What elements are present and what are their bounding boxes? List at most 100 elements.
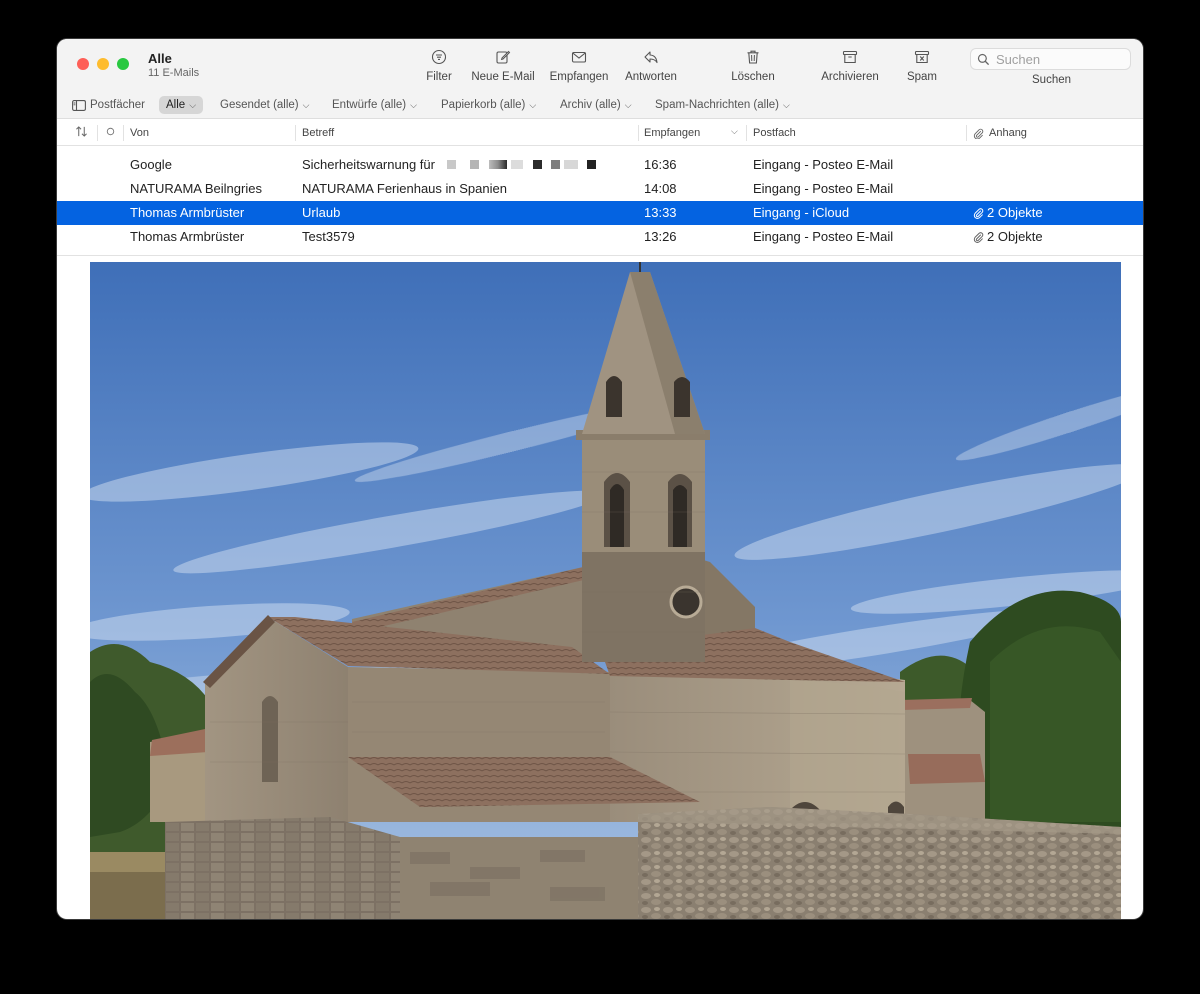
envelope-icon: [571, 51, 587, 63]
favorite-all[interactable]: Alle ⌵: [159, 96, 204, 114]
message-subject: Test3579: [302, 229, 355, 244]
message-list-header: Von Betreff Empfangen ⌵ Postfach Anhang: [57, 120, 1143, 146]
message-from: Thomas Armbrüster: [130, 205, 245, 220]
message-row-selected[interactable]: Thomas Armbrüster Urlaub 13:33 Eingang -…: [57, 201, 1143, 225]
filter-icon: [431, 49, 447, 65]
favorite-all-label: Alle: [166, 99, 186, 111]
spam-label: Spam: [906, 71, 938, 83]
message-preview-image: [90, 262, 1121, 919]
attachment-count: 2 Objekte: [987, 229, 1043, 244]
chevron-down-icon: ⌵: [189, 99, 197, 110]
chevron-down-icon: ⌵: [410, 99, 417, 110]
column-mailbox[interactable]: Postfach: [753, 127, 796, 139]
message-row[interactable]: NATURAMA Beilngries NATURAMA Ferienhaus …: [57, 177, 1143, 201]
column-subject[interactable]: Betreff: [302, 127, 334, 139]
unread-dot-icon: [106, 127, 115, 136]
favorite-sent-label: Gesendet (alle): [220, 99, 299, 111]
church-photo: [90, 262, 1121, 919]
zoom-window-button[interactable]: [117, 58, 129, 70]
archive-box-icon: [842, 50, 858, 64]
mailboxes-toggle[interactable]: Postfächer: [72, 96, 145, 114]
redacted-text: [446, 160, 596, 169]
search-label: Suchen: [1032, 74, 1072, 86]
new-mail-label: Neue E-Mail: [471, 71, 535, 83]
message-list: Google Sicherheitswarnung für 16:36 Eing…: [57, 153, 1143, 249]
delete-button[interactable]: Löschen: [727, 49, 779, 89]
chevron-down-icon: ⌵: [529, 99, 537, 110]
sort-column[interactable]: [75, 126, 88, 137]
read-status-column[interactable]: [106, 127, 115, 136]
message-mailbox: Eingang - iCloud: [753, 205, 850, 220]
compose-icon: [496, 50, 511, 64]
sort-descending-icon: ⌵: [731, 126, 738, 136]
chevron-down-icon: ⌵: [783, 99, 790, 110]
chevron-down-icon: ⌵: [302, 99, 310, 110]
search-input[interactable]: [996, 51, 1126, 67]
reply-button[interactable]: Antworten: [621, 49, 681, 89]
close-window-button[interactable]: [77, 58, 89, 70]
column-attachment[interactable]: Anhang: [973, 127, 1027, 139]
message-row[interactable]: Google Sicherheitswarnung für 16:36 Eing…: [57, 153, 1143, 177]
filter-label: Filter: [426, 71, 452, 83]
column-from[interactable]: Von: [130, 127, 149, 139]
search-field[interactable]: [970, 48, 1131, 70]
mailboxes-label: Postfächer: [90, 99, 145, 111]
column-received-label: Empfangen: [644, 127, 701, 139]
message-mailbox: Eingang - Posteo E-Mail: [753, 181, 894, 196]
message-attachment: 2 Objekte: [973, 205, 1133, 220]
new-mail-button[interactable]: Neue E-Mail: [469, 49, 537, 89]
chevron-down-icon: ⌵: [624, 99, 632, 110]
attachment-count: 2 Objekte: [987, 205, 1043, 220]
split-divider[interactable]: [57, 255, 1143, 256]
message-subject: Urlaub: [302, 205, 341, 220]
message-attachment: 2 Objekte: [973, 229, 1133, 244]
message-subject: NATURAMA Ferienhaus in Spanien: [302, 181, 507, 196]
paperclip-icon: [973, 128, 984, 139]
reply-label: Antworten: [625, 71, 677, 83]
minimize-window-button[interactable]: [97, 58, 109, 70]
message-row[interactable]: Thomas Armbrüster Test3579 13:26 Eingang…: [57, 225, 1143, 249]
archive-button[interactable]: Archivieren: [817, 49, 883, 89]
sort-arrows-icon: [76, 126, 87, 137]
receive-label: Empfangen: [549, 71, 609, 83]
favorite-sent[interactable]: Gesendet (alle) ⌵: [220, 96, 309, 114]
filter-button[interactable]: Filter: [424, 49, 454, 89]
message-from: Google: [130, 157, 172, 172]
message-subject: Sicherheitswarnung für: [302, 157, 642, 172]
delete-label: Löschen: [731, 71, 775, 83]
paperclip-icon: [973, 207, 984, 219]
window-subtitle: 11 E-Mails: [148, 67, 200, 79]
message-time: 16:36: [644, 157, 677, 172]
column-received[interactable]: Empfangen: [644, 127, 700, 139]
message-time: 13:26: [644, 229, 677, 244]
trash-icon: [747, 50, 759, 64]
favorite-drafts-label: Entwürfe (alle): [332, 99, 407, 111]
window-title: Alle: [148, 51, 172, 66]
message-from: Thomas Armbrüster: [130, 229, 245, 244]
magnifier-icon: [977, 53, 990, 65]
spam-button[interactable]: Spam: [903, 49, 941, 89]
junk-box-icon: [914, 50, 930, 64]
message-mailbox: Eingang - Posteo E-Mail: [753, 229, 894, 244]
favorite-archive-label: Archiv (alle): [560, 99, 621, 111]
message-time: 14:08: [644, 181, 677, 196]
archive-label: Archivieren: [821, 71, 879, 83]
favorite-archive[interactable]: Archiv (alle) ⌵: [560, 96, 632, 114]
favorite-trash-label: Papierkorb (alle): [441, 99, 526, 111]
favorite-drafts[interactable]: Entwürfe (alle) ⌵: [332, 96, 417, 114]
mail-window: Alle 11 E-Mails Filter Neue E-Mail Empfa…: [57, 39, 1143, 919]
column-attachment-label: Anhang: [989, 127, 1027, 139]
message-subject-text: Sicherheitswarnung für: [302, 157, 435, 172]
favorite-spam-label: Spam-Nachrichten (alle): [655, 99, 779, 111]
message-mailbox: Eingang - Posteo E-Mail: [753, 157, 894, 172]
favorites-bar: Postfächer Alle ⌵ Gesendet (alle) ⌵ Entw…: [57, 91, 1143, 119]
receive-button[interactable]: Empfangen: [547, 49, 611, 89]
favorite-spam[interactable]: Spam-Nachrichten (alle) ⌵: [655, 96, 790, 114]
paperclip-icon: [973, 231, 984, 243]
sidebar-icon: [72, 99, 86, 111]
message-time: 13:33: [644, 205, 677, 220]
toolbar: Alle 11 E-Mails Filter Neue E-Mail Empfa…: [57, 39, 1143, 91]
favorite-trash[interactable]: Papierkorb (alle) ⌵: [441, 96, 536, 114]
message-from: NATURAMA Beilngries: [130, 181, 262, 196]
reply-arrow-icon: [644, 51, 658, 64]
